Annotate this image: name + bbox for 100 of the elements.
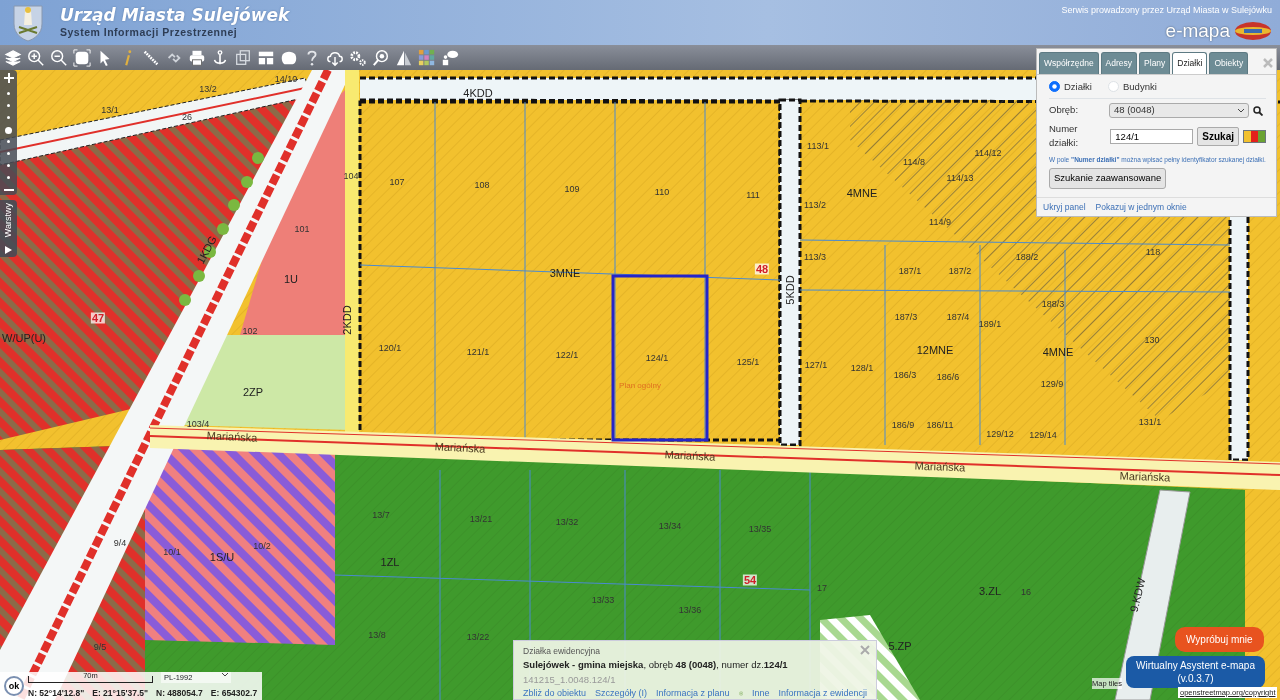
operator-text: Serwis prowadzony przez Urząd Miasta w Sulejówku bbox=[1061, 3, 1272, 17]
caret-icon bbox=[1238, 107, 1244, 114]
popup-link[interactable]: Informacja z planu bbox=[656, 686, 730, 700]
parcel-number-input[interactable]: 124/1 bbox=[1110, 128, 1194, 144]
zoom-out-icon[interactable] bbox=[50, 48, 68, 67]
parcel-number: 187/1 bbox=[898, 266, 922, 276]
parcel-number: 13/33 bbox=[591, 595, 615, 605]
parcel-number: 9/5 bbox=[93, 642, 107, 652]
caret-icon bbox=[222, 672, 228, 678]
coordinate-value: E: 654302.7 bbox=[210, 687, 258, 700]
parcel-number: 125/1 bbox=[736, 357, 760, 367]
printer-icon[interactable] bbox=[188, 48, 206, 67]
popup-link[interactable]: Inne bbox=[751, 686, 770, 700]
parcel-number: 13/2 bbox=[199, 84, 217, 94]
parcel-number: 13/35 bbox=[748, 524, 772, 534]
precinct-select[interactable]: 48 (0048) bbox=[1109, 103, 1249, 118]
advanced-search-button[interactable]: Szukanie zaawansowane bbox=[1049, 168, 1167, 189]
zone-label: 3.ZL bbox=[979, 585, 1001, 597]
zoom-out-icon[interactable] bbox=[3, 188, 14, 192]
parcel-number: 129/12 bbox=[986, 429, 1014, 439]
ok-button[interactable]: ok bbox=[4, 676, 24, 696]
unit-number: 47 bbox=[90, 312, 106, 324]
popup-link[interactable]: Szczegóły (I) bbox=[595, 686, 648, 700]
zone-label: 4MNE bbox=[846, 187, 878, 199]
parcel-number: 13/22 bbox=[466, 632, 490, 642]
zone-label: 3MNE bbox=[549, 267, 581, 279]
zone-label: 2KDD bbox=[341, 305, 353, 335]
panel-tab[interactable]: Adresy bbox=[1100, 52, 1138, 74]
zone-label: 4MNE bbox=[1042, 346, 1074, 358]
color-grid-icon[interactable] bbox=[418, 48, 436, 67]
zoom-in-icon[interactable] bbox=[3, 73, 14, 83]
gears-icon[interactable] bbox=[349, 48, 367, 67]
zoom-in-icon[interactable] bbox=[27, 48, 45, 67]
color-swatch[interactable] bbox=[1251, 130, 1258, 142]
parcel-number: 113/1 bbox=[807, 141, 829, 151]
layers-tab[interactable]: Warstwy bbox=[0, 200, 17, 257]
field-label: Numer działki: bbox=[1049, 122, 1080, 151]
full-extent-icon[interactable] bbox=[73, 48, 91, 67]
parcel-number: 127/1 bbox=[804, 360, 828, 370]
parcel-number: 17 bbox=[817, 583, 827, 593]
zoom-handle[interactable] bbox=[5, 127, 12, 135]
layers-icon[interactable] bbox=[4, 48, 22, 67]
parcel-number: 118 bbox=[1145, 247, 1161, 257]
radio-button[interactable] bbox=[1049, 81, 1060, 93]
panel-tab[interactable]: Plany bbox=[1139, 52, 1171, 74]
parcel-number: 114/13 bbox=[946, 173, 974, 183]
try-me-button[interactable]: Wypróbuj mnie bbox=[1175, 627, 1264, 652]
zone-label: 9.KDW bbox=[1128, 576, 1148, 614]
panel-tab[interactable]: Obiekty bbox=[1209, 52, 1249, 74]
parcel-number: 10/2 bbox=[253, 541, 271, 551]
selected-parcel-outline[interactable] bbox=[611, 274, 709, 442]
parcel-number: 129/14 bbox=[1029, 430, 1057, 440]
parcel-number: 16 bbox=[1021, 587, 1031, 597]
panel-link[interactable]: Pokazuj w jednym oknie bbox=[1095, 200, 1187, 214]
parcel-number: 108 bbox=[474, 180, 490, 190]
parcel-number: 128/1 bbox=[850, 363, 874, 373]
anchor-icon[interactable] bbox=[211, 48, 229, 67]
parcel-number: 114/8 bbox=[903, 157, 925, 167]
zone-label: 5KDD bbox=[784, 275, 796, 305]
parcel-number: 13/8 bbox=[368, 630, 386, 640]
parcel-description: Sulejówek - gmina miejska, obręb 48 (0048), numer dz.124/1 bbox=[523, 658, 789, 673]
color-swatch[interactable] bbox=[1258, 130, 1265, 142]
radio-option[interactable]: Budynki bbox=[1108, 79, 1157, 94]
panel-tab[interactable]: Działki bbox=[1172, 52, 1208, 74]
field-label: Obręb: bbox=[1049, 103, 1080, 118]
panel-link[interactable]: Ukryj panel bbox=[1043, 200, 1086, 214]
virtual-assistant-button[interactable]: Wirtualny Asystent e-mapa (v.0.3.7) bbox=[1126, 656, 1265, 688]
brand-name: e-mapa bbox=[1165, 21, 1230, 42]
ruler-icon[interactable] bbox=[142, 48, 160, 67]
color-swatch[interactable] bbox=[1244, 130, 1251, 142]
plan-note: Plan ogólny bbox=[619, 382, 661, 390]
parcel-number: 120/1 bbox=[378, 343, 402, 353]
unit-number: 48 bbox=[754, 263, 770, 275]
parcel-number: 114/9 bbox=[929, 217, 951, 227]
copy-icon[interactable] bbox=[234, 48, 252, 67]
popup-link[interactable]: Informacja z ewidencji bbox=[778, 686, 867, 700]
parcel-number: 121/1 bbox=[466, 347, 490, 357]
parcel-number: 189/1 bbox=[978, 319, 1002, 329]
popup-link[interactable]: Zbliż do obiektu bbox=[523, 686, 587, 700]
parcel-number: 186/6 bbox=[936, 372, 960, 382]
coordinate-value: N: 52°14'12.8" bbox=[28, 687, 85, 700]
parcel-number: 188/3 bbox=[1041, 299, 1065, 309]
parcel-number: 14/10 bbox=[274, 74, 298, 84]
parcel-number: 13/36 bbox=[678, 605, 702, 615]
parcel-number: 124/1 bbox=[645, 353, 669, 363]
search-button[interactable]: Szukaj bbox=[1197, 126, 1239, 146]
chat-icon[interactable] bbox=[441, 48, 459, 67]
parcel-number: 187/3 bbox=[894, 312, 918, 322]
parcel-number: 113/2 bbox=[804, 200, 826, 210]
parcel-number: 130 bbox=[1144, 335, 1160, 345]
radio-option[interactable]: Działki bbox=[1049, 79, 1092, 94]
street-name: Mariańska bbox=[914, 460, 966, 474]
brand-logo-icon bbox=[1234, 21, 1272, 42]
coordinate-value: E: 21°15'37.5" bbox=[92, 687, 148, 700]
search-icon[interactable] bbox=[1253, 105, 1263, 116]
zone-label: 1ZL bbox=[380, 556, 400, 568]
panel-tab[interactable]: Współrzędne bbox=[1039, 52, 1099, 74]
parcel-number: 101 bbox=[294, 224, 310, 234]
parcel-number: 13/32 bbox=[555, 517, 579, 527]
street-name: Mariańska bbox=[664, 449, 716, 463]
